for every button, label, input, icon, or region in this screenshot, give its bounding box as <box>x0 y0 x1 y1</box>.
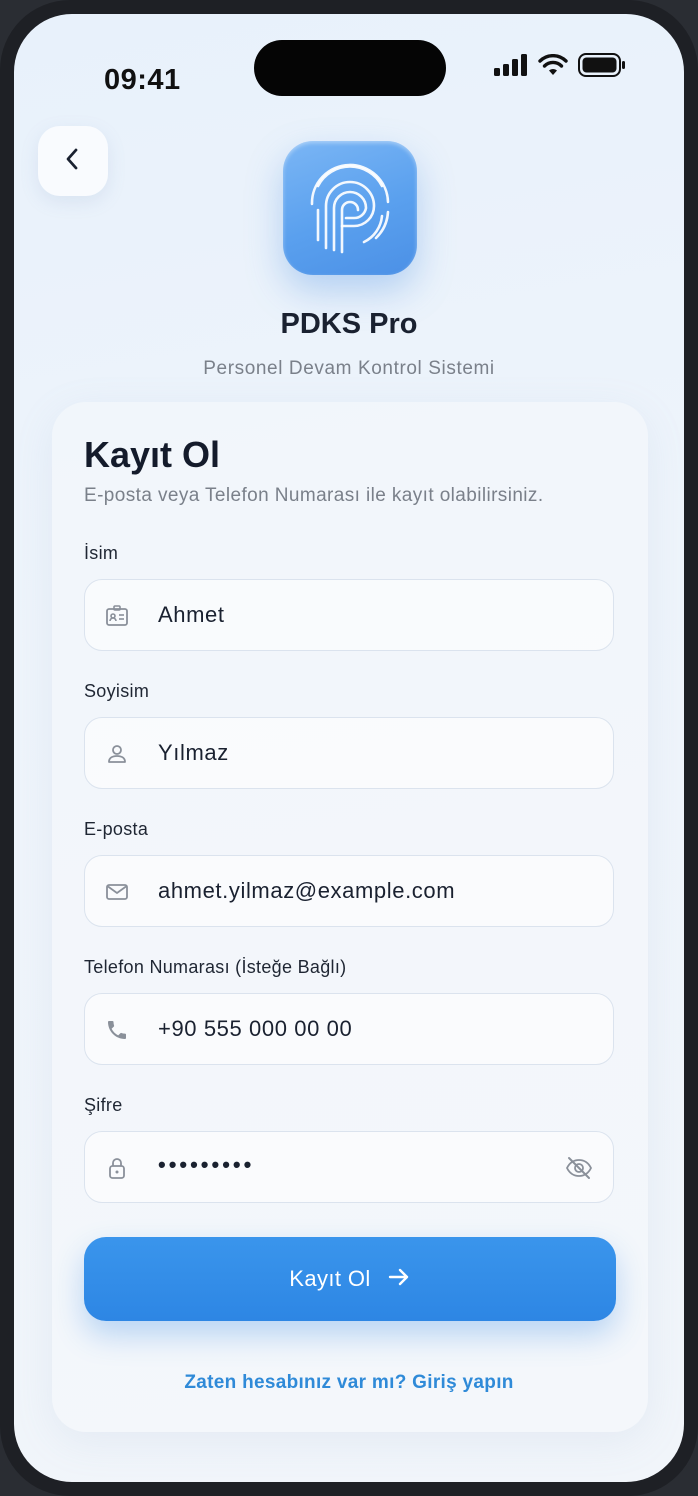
email-value: ahmet.yilmaz@example.com <box>158 878 456 903</box>
battery-icon <box>578 52 626 82</box>
app-name: PDKS Pro <box>280 308 418 340</box>
chevron-left-icon <box>63 146 83 177</box>
fingerprint-icon <box>304 156 396 261</box>
phone-value: +90 555 000 00 00 <box>158 1016 353 1041</box>
user-icon <box>105 742 129 766</box>
id-card-icon <box>105 604 129 628</box>
lock-icon <box>105 1156 129 1180</box>
phone-field[interactable]: +90 555 000 00 00 <box>84 993 614 1065</box>
last-name-label: Soyisim <box>84 681 150 701</box>
arrow-right-icon <box>387 1267 411 1292</box>
eye-off-icon[interactable] <box>565 1155 593 1181</box>
phone-frame: 09:41 PDKS Pro Personel Devam Kontrol Si… <box>0 0 698 1496</box>
login-link[interactable]: Zaten hesabınız var mı? Giriş yapın <box>14 1372 684 1394</box>
form-description: E-posta veya Telefon Numarası ile kayıt … <box>84 485 544 506</box>
first-name-label: İsim <box>84 543 119 563</box>
email-field[interactable]: ahmet.yilmaz@example.com <box>84 855 614 927</box>
phone-icon <box>105 1018 129 1042</box>
form-title: Kayıt Ol <box>84 434 221 475</box>
app-logo <box>283 141 417 275</box>
password-label: Şifre <box>84 1095 123 1115</box>
back-button[interactable] <box>38 126 108 196</box>
password-value: ••••••••• <box>158 1152 255 1177</box>
dynamic-island <box>254 40 446 96</box>
email-label: E-posta <box>84 819 149 839</box>
signal-icon <box>494 53 528 81</box>
screen: 09:41 PDKS Pro Personel Devam Kontrol Si… <box>14 14 684 1482</box>
mail-icon <box>105 880 129 904</box>
register-button[interactable]: Kayıt Ol <box>84 1237 616 1321</box>
app-subtitle: Personel Devam Kontrol Sistemi <box>203 358 495 379</box>
status-time: 09:41 <box>104 64 181 96</box>
last-name-field[interactable]: Yılmaz <box>84 717 614 789</box>
status-icons <box>494 52 626 82</box>
wifi-icon <box>538 53 568 81</box>
register-button-label: Kayıt Ol <box>289 1266 371 1291</box>
password-field[interactable]: ••••••••• <box>84 1131 614 1203</box>
first-name-value: Ahmet <box>158 602 225 627</box>
phone-label: Telefon Numarası (İsteğe Bağlı) <box>84 957 347 977</box>
last-name-value: Yılmaz <box>158 740 229 765</box>
first-name-field[interactable]: Ahmet <box>84 579 614 651</box>
